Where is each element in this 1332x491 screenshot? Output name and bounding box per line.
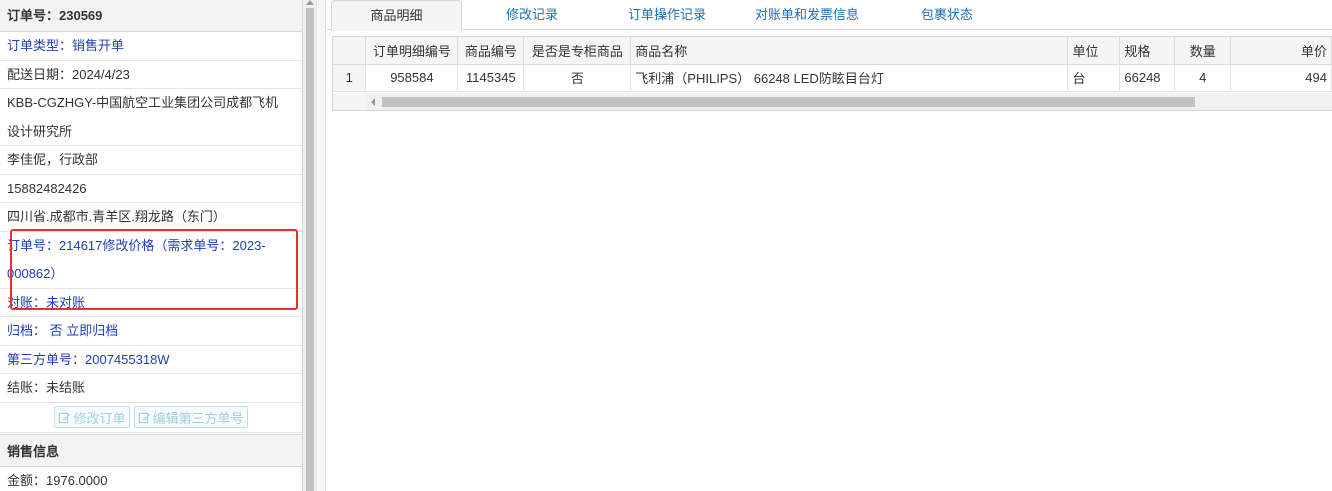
edit-icon — [138, 412, 150, 423]
delivery-address: 四川省.成都市.青羊区.翔龙路（东门） — [0, 203, 302, 232]
left-panel-scrollbar[interactable] — [303, 0, 317, 491]
column-header[interactable]: 单价 — [1230, 37, 1332, 65]
customer-org: KBB-CGZHGY-中国航空工业集团公司成都飞机设计研究所 — [0, 89, 302, 146]
column-header[interactable]: 商品名称 — [630, 37, 1069, 65]
unit-cell: 台 — [1067, 64, 1121, 92]
edit-third-party-button[interactable]: 编辑第三方单号 — [133, 406, 248, 428]
table-header-row: 订单明细编号 商品编号 是否是专柜商品 商品名称 单位 规格 数量 单价 — [333, 37, 1332, 65]
tab-statement-invoice[interactable]: 对账单和发票信息 — [742, 0, 872, 30]
table-row[interactable]: 1 958584 1145345 否 飞利浦（PHILIPS） 66248 LE… — [333, 64, 1332, 92]
product-id-link[interactable]: 1145345 — [457, 64, 525, 92]
edit-third-party-label: 编辑第三方单号 — [152, 410, 244, 426]
amount: 金额：1976.0000 — [0, 467, 302, 491]
grid-horizontal-scrollbar[interactable] — [333, 93, 1332, 110]
product-table: 订单明细编号 商品编号 是否是专柜商品 商品名称 单位 规格 数量 单价 1 9… — [333, 37, 1332, 92]
scrollbar-thumb[interactable] — [306, 8, 314, 491]
detail-panel: 商品明细 修改记录 订单操作记录 对账单和发票信息 包裹状态 订单明细编号 商品… — [327, 0, 1332, 491]
related-order-link[interactable]: 订单号：214617修改价格（需求单号：2023-000862） — [0, 232, 302, 289]
edit-order-label: 修改订单 — [73, 410, 126, 426]
spec-cell: 66248 — [1119, 64, 1176, 92]
contact-person: 李佳伲，行政部 — [0, 146, 302, 175]
product-name-link[interactable]: 飞利浦（PHILIPS） 66248 LED防眩目台灯 — [630, 64, 1069, 92]
tab-bar: 商品明细 修改记录 订单操作记录 对账单和发票信息 包裹状态 — [327, 0, 1332, 31]
edit-icon — [59, 412, 71, 423]
column-header[interactable]: 订单明细编号 — [365, 37, 459, 65]
column-header[interactable]: 数量 — [1174, 37, 1232, 65]
tab-order-operations[interactable]: 订单操作记录 — [617, 0, 717, 30]
edit-order-button[interactable]: 修改订单 — [54, 406, 130, 428]
settle-status: 结账：未结账 — [0, 374, 302, 403]
scroll-up-arrow-icon[interactable] — [306, 0, 314, 5]
order-type-link[interactable]: 订单类型：销售开单 — [0, 32, 302, 61]
reconcile-status[interactable]: 对账：未对账 — [0, 289, 302, 317]
is-counter-cell: 否 — [523, 64, 632, 92]
app-root: 订单号：230569 订单类型：销售开单 配送日期：2024/4/23 KBB-… — [0, 0, 1332, 491]
sales-info-section-title: 销售信息 — [0, 433, 302, 467]
horizontal-scroll-thumb[interactable] — [382, 97, 1195, 107]
column-header[interactable]: 商品编号 — [457, 37, 525, 65]
detail-id-cell: 958584 — [365, 64, 459, 92]
order-info-panel: 订单号：230569 订单类型：销售开单 配送日期：2024/4/23 KBB-… — [0, 0, 303, 491]
panel-splitter[interactable] — [318, 0, 326, 491]
qty-cell: 4 — [1174, 64, 1232, 92]
scroll-left-arrow-icon[interactable] — [371, 98, 375, 106]
archive-status[interactable]: 归档： 否 立即归档 — [0, 317, 302, 346]
rownum-header — [333, 37, 367, 65]
tab-product-details[interactable]: 商品明细 — [331, 0, 462, 31]
product-grid: 订单明细编号 商品编号 是否是专柜商品 商品名称 单位 规格 数量 单价 1 9… — [332, 36, 1332, 111]
column-header[interactable]: 规格 — [1119, 37, 1176, 65]
row-number: 1 — [333, 64, 367, 92]
tab-package-status[interactable]: 包裹状态 — [902, 0, 992, 30]
price-cell: 494 — [1230, 64, 1332, 92]
order-number-header: 订单号：230569 — [0, 0, 302, 32]
order-action-bar: 修改订单 编辑第三方单号 — [0, 403, 302, 433]
delivery-date: 配送日期：2024/4/23 — [0, 61, 302, 89]
column-header[interactable]: 单位 — [1067, 37, 1121, 65]
contact-phone: 15882482426 — [0, 175, 302, 203]
column-header[interactable]: 是否是专柜商品 — [523, 37, 632, 65]
third-party-order-number[interactable]: 第三方单号：2007455318W — [0, 346, 302, 374]
tab-change-log[interactable]: 修改记录 — [487, 0, 577, 30]
